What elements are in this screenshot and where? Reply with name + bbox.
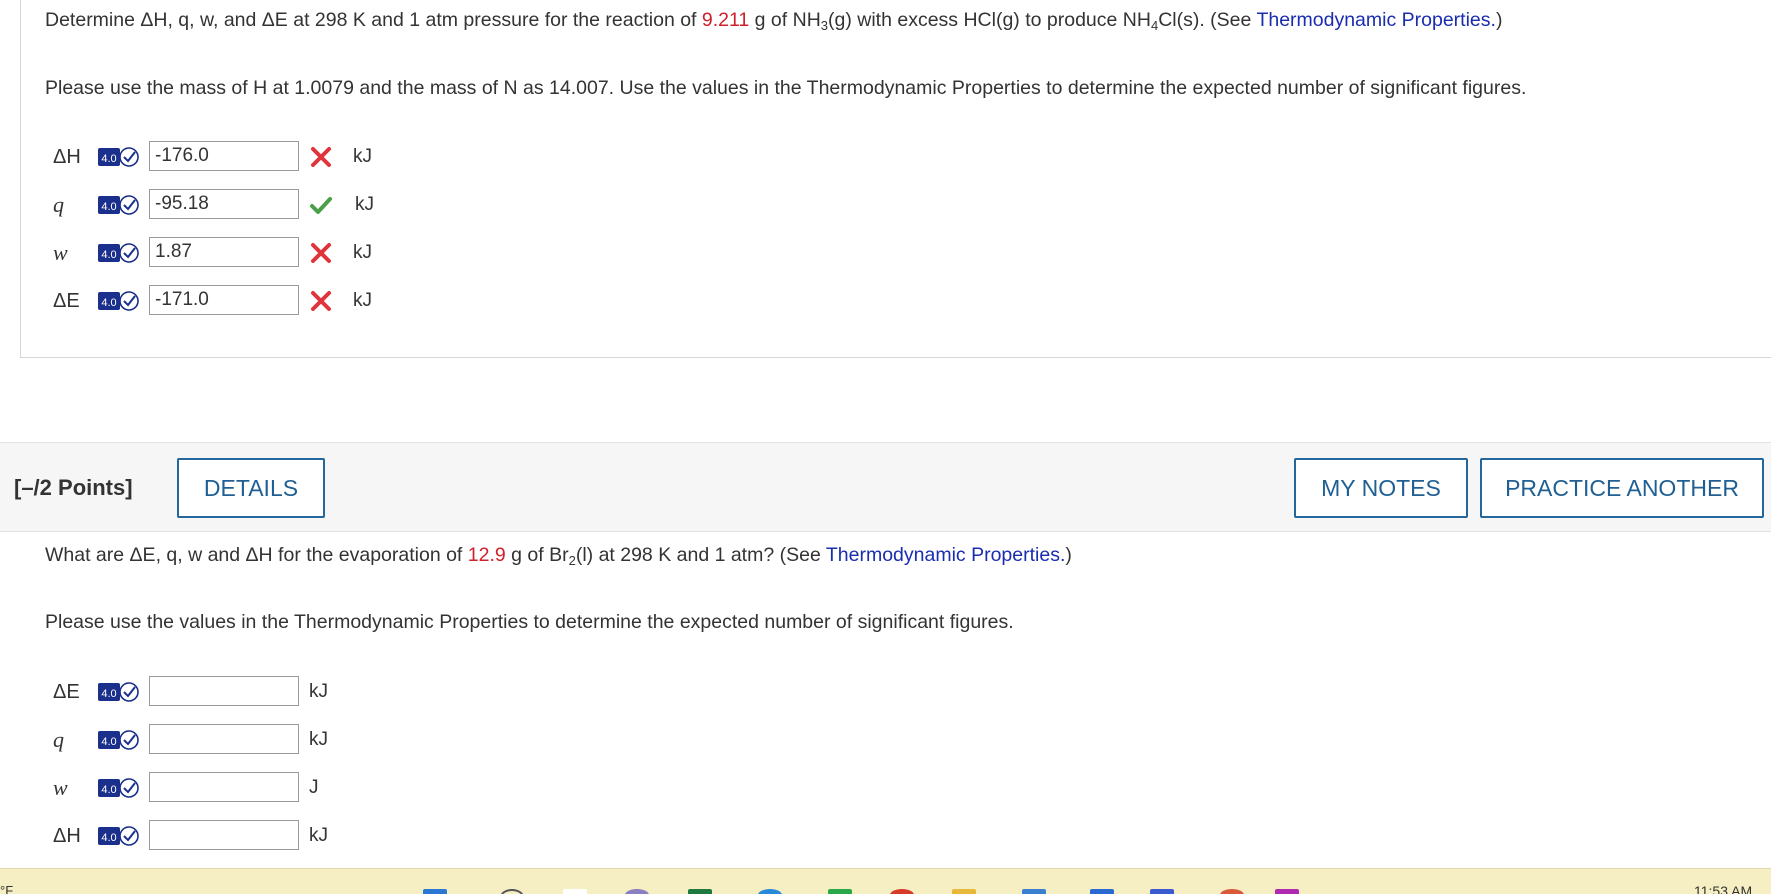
details-button[interactable]: DETAILS <box>177 458 325 518</box>
q1-note: Please use the mass of H at 1.0079 and t… <box>45 77 1527 99</box>
thermo-properties-link-2[interactable]: Thermodynamic Properties. <box>826 544 1066 566</box>
unit-label: kJ <box>353 290 372 311</box>
thermo-properties-link-1[interactable]: Thermodynamic Properties. <box>1256 9 1496 31</box>
app-icon[interactable] <box>1220 889 1244 894</box>
version-check-icon[interactable]: 4.0 <box>97 194 141 216</box>
practice-another-button[interactable]: PRACTICE ANOTHER <box>1480 458 1764 518</box>
svg-text:4.0: 4.0 <box>101 688 116 700</box>
chrome-icon[interactable] <box>890 889 914 894</box>
windows-start-icon[interactable] <box>423 889 447 894</box>
symbol-label: ΔH <box>53 825 81 847</box>
delta-h-input[interactable] <box>149 141 299 171</box>
task-view-icon[interactable] <box>563 889 587 894</box>
w-input[interactable] <box>149 772 299 802</box>
unit-label: kJ <box>309 825 328 846</box>
points-label: [–/2 Points] <box>14 475 133 500</box>
weather-temp[interactable]: °F <box>0 883 13 894</box>
svg-text:4.0: 4.0 <box>101 297 116 309</box>
symbol-label: q <box>53 727 64 752</box>
search-icon[interactable] <box>500 889 524 894</box>
sheets-icon[interactable] <box>828 889 852 894</box>
svg-text:4.0: 4.0 <box>101 153 116 165</box>
version-check-icon[interactable]: 4.0 <box>97 146 141 168</box>
folder-icon[interactable] <box>952 889 976 894</box>
svg-text:4.0: 4.0 <box>101 832 116 844</box>
q2-note: Please use the values in the Thermodynam… <box>45 611 1014 633</box>
q1-prompt: Determine ΔH, q, w, and ΔE at 298 K and … <box>45 9 1503 33</box>
clock[interactable]: 11:53 AM <box>1694 883 1752 894</box>
excel-icon[interactable] <box>688 889 712 894</box>
q-input[interactable] <box>149 189 299 219</box>
incorrect-x-icon <box>311 147 331 167</box>
unit-label: kJ <box>309 729 328 750</box>
version-check-icon[interactable]: 4.0 <box>97 777 141 799</box>
q2-prompt: What are ΔE, q, w and ΔH for the evapora… <box>45 544 1072 568</box>
incorrect-x-icon <box>311 243 331 263</box>
incorrect-x-icon <box>311 291 331 311</box>
unit-label: J <box>309 777 319 798</box>
svg-text:4.0: 4.0 <box>101 201 116 213</box>
taskbar: °F 11:53 AM <box>0 868 1771 894</box>
symbol-label: w <box>53 240 68 265</box>
unit-label: kJ <box>309 681 328 702</box>
version-check-icon[interactable]: 4.0 <box>97 825 141 847</box>
symbol-label: ΔE <box>53 290 80 312</box>
q2-mass-value: 12.9 <box>467 544 506 566</box>
version-check-icon[interactable]: 4.0 <box>97 242 141 264</box>
delta-h-input[interactable] <box>149 820 299 850</box>
symbol-label: ΔE <box>53 681 80 703</box>
svg-text:4.0: 4.0 <box>101 736 116 748</box>
svg-text:4.0: 4.0 <box>101 784 116 796</box>
svg-text:4.0: 4.0 <box>101 249 116 261</box>
w-input[interactable] <box>149 237 299 267</box>
teams-icon[interactable] <box>625 889 649 894</box>
correct-check-icon <box>310 197 332 214</box>
symbol-label: w <box>53 775 68 800</box>
my-notes-button[interactable]: MY NOTES <box>1294 458 1468 518</box>
version-check-icon[interactable]: 4.0 <box>97 290 141 312</box>
unit-label: kJ <box>353 146 372 167</box>
mail-icon[interactable] <box>1022 889 1046 894</box>
q1-mass-value: 9.211 <box>701 9 750 31</box>
edge-icon[interactable] <box>758 889 782 894</box>
app-icon[interactable] <box>1150 889 1174 894</box>
app-icon[interactable] <box>1275 889 1299 894</box>
symbol-label: ΔH <box>53 146 81 168</box>
version-check-icon[interactable]: 4.0 <box>97 729 141 751</box>
unit-label: kJ <box>353 242 372 263</box>
unit-label: kJ <box>355 194 374 215</box>
delta-e-input[interactable] <box>149 676 299 706</box>
delta-e-input[interactable] <box>149 285 299 315</box>
version-check-icon[interactable]: 4.0 <box>97 681 141 703</box>
q-input[interactable] <box>149 724 299 754</box>
symbol-label: q <box>53 192 64 217</box>
word-icon[interactable] <box>1090 889 1114 894</box>
